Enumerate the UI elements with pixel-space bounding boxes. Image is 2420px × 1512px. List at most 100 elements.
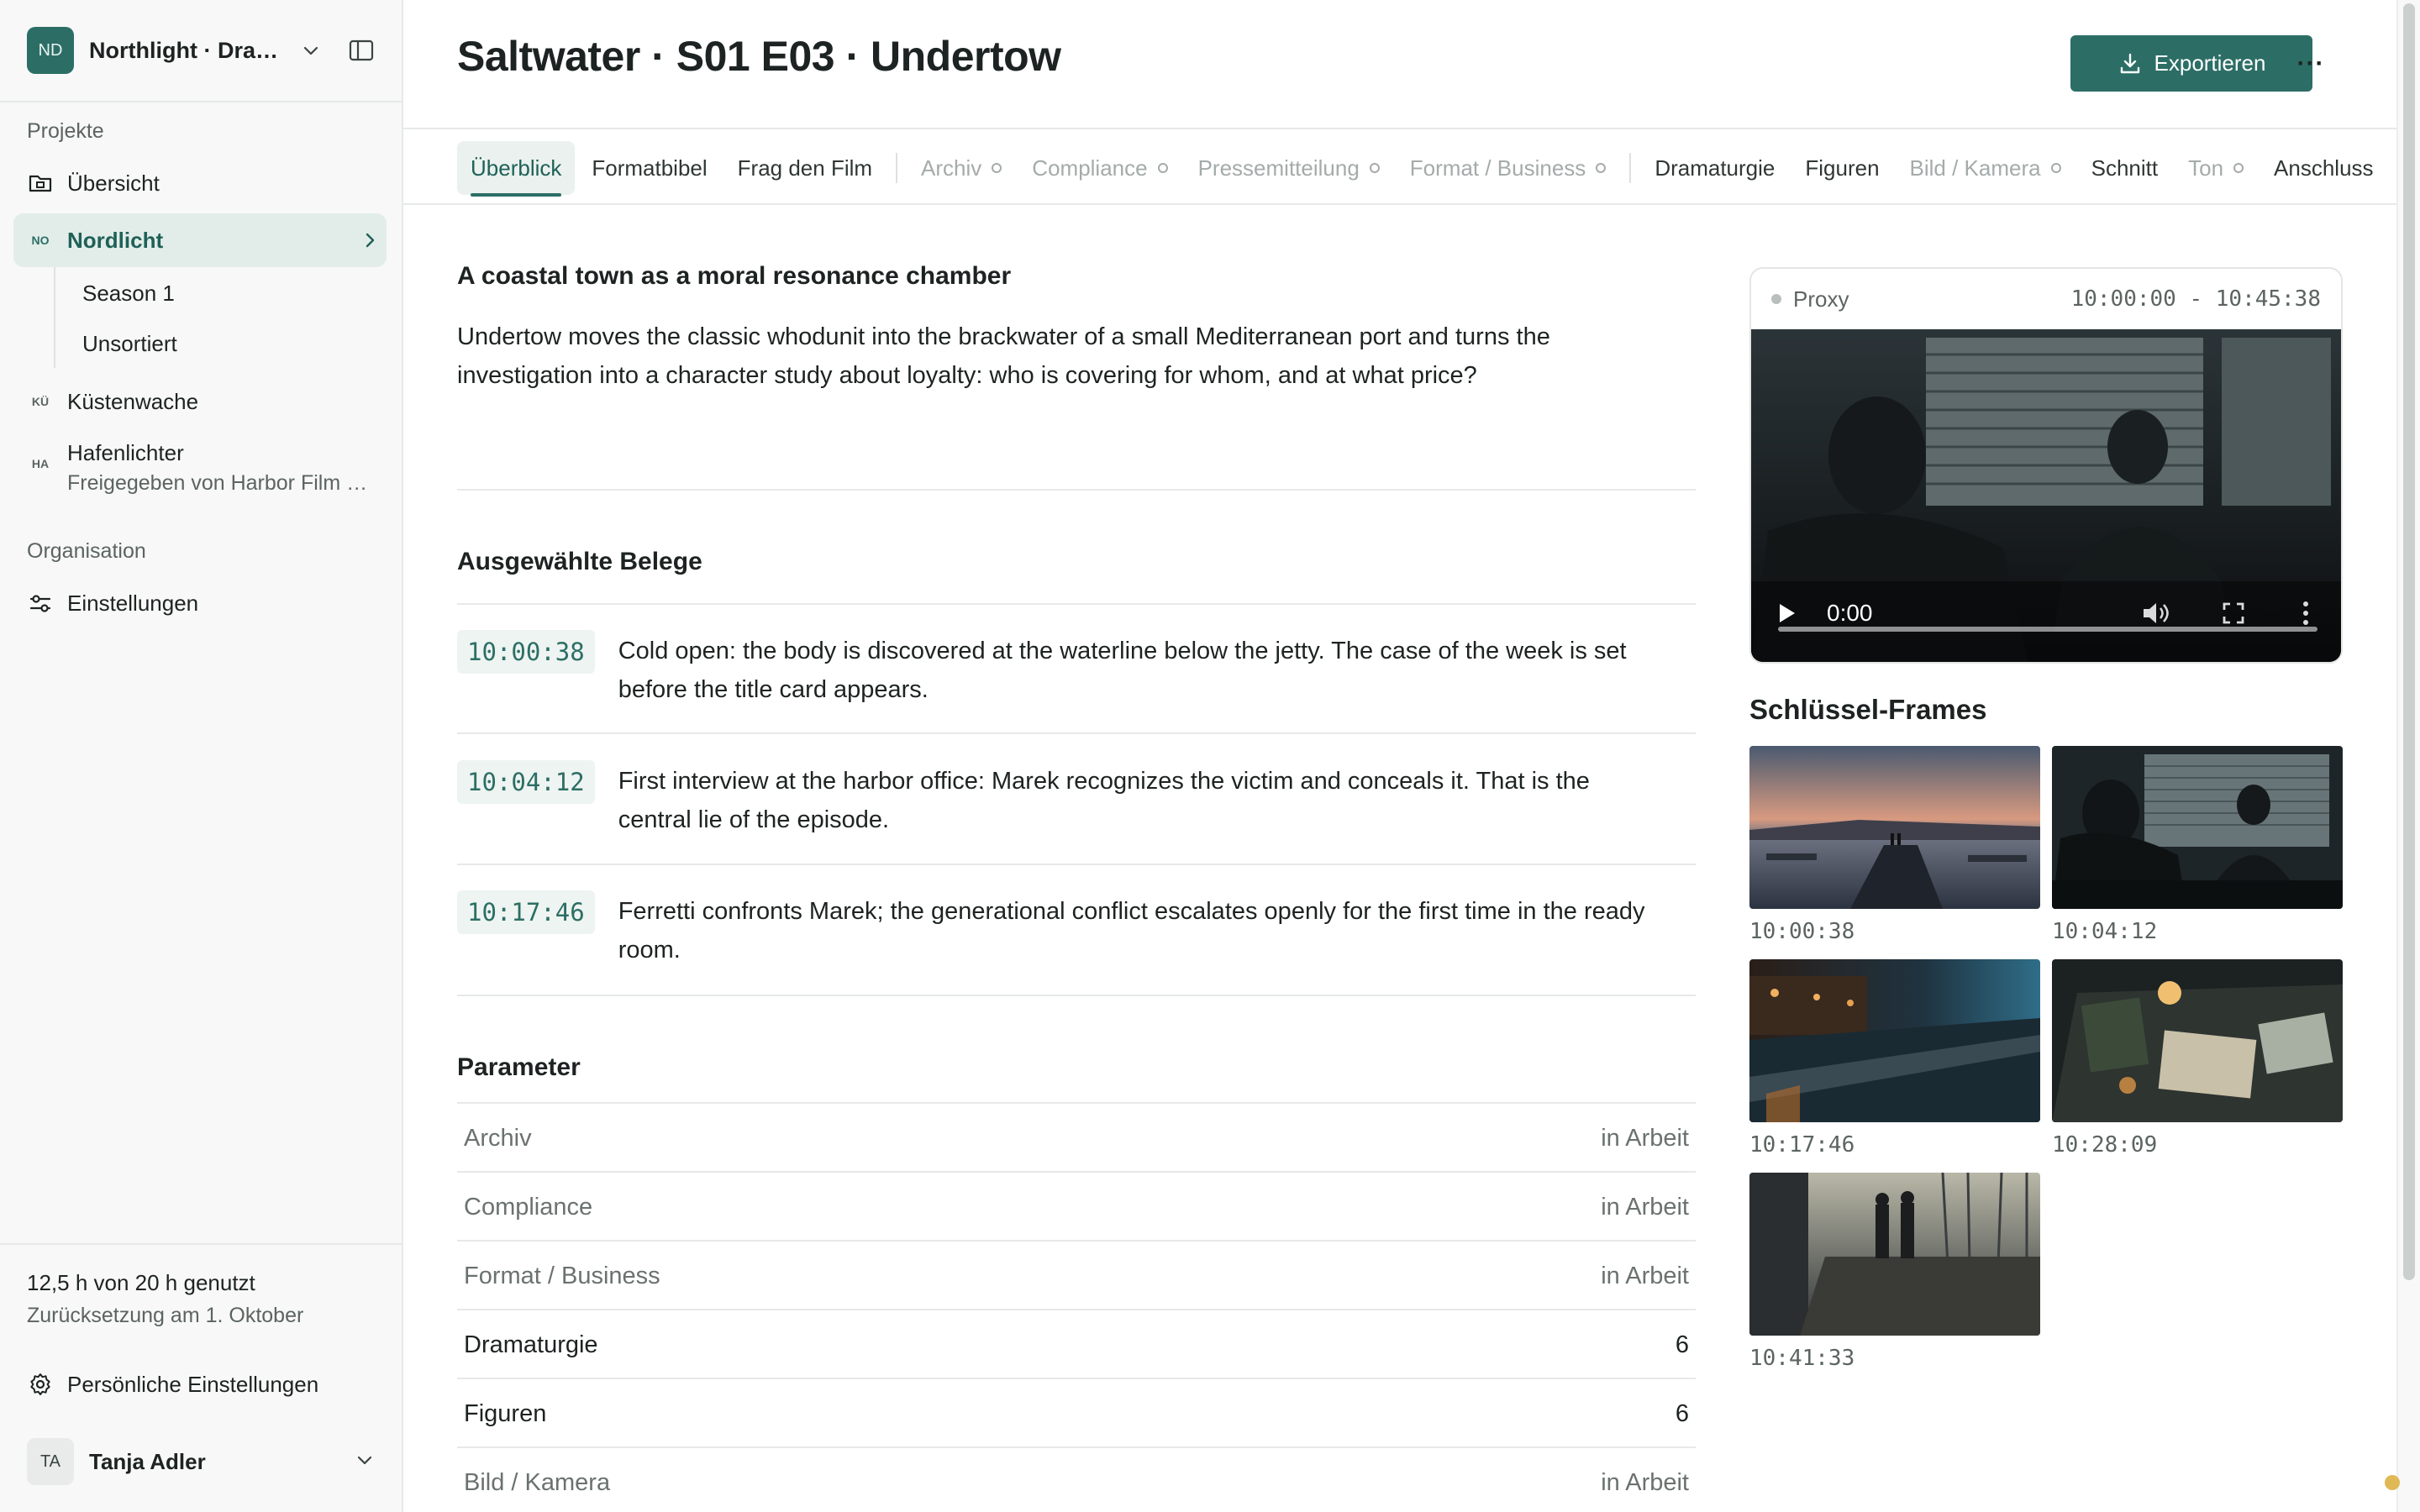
evidence-item[interactable]: 10:04:12 First interview at the harbor o… bbox=[457, 760, 1696, 839]
sidebar-item-hafenlichter[interactable]: HA Hafenlichter Freigegeben von Harbor F… bbox=[27, 440, 387, 496]
keyframe-thumbnail[interactable]: 10:41:33 bbox=[1749, 1173, 2040, 1371]
overview-heading: A coastal town as a moral resonance cham… bbox=[457, 262, 1012, 290]
chevron-down-icon[interactable] bbox=[355, 1450, 375, 1474]
keyframe-timecode: 10:00:38 bbox=[1749, 919, 1855, 944]
keyframe-timecode: 10:04:12 bbox=[2052, 919, 2158, 944]
video-frame[interactable]: 0:00 bbox=[1751, 329, 2341, 662]
sidebar-item-kuestenwache[interactable]: KÜ Küstenwache bbox=[13, 375, 387, 428]
timecode[interactable]: 10:00:38 bbox=[457, 630, 595, 674]
more-options-icon[interactable]: ··· bbox=[2291, 47, 2331, 81]
project-mini-badge: KÜ bbox=[31, 395, 50, 408]
export-label: Exportieren bbox=[2154, 50, 2266, 76]
param-value: 6 bbox=[1675, 1399, 1689, 1427]
volume-icon[interactable] bbox=[2141, 601, 2175, 626]
main-content: Saltwater · S01 E03 · Undertow Exportier… bbox=[403, 0, 2396, 1512]
sidebar-item-label: Hafenlichter bbox=[67, 440, 184, 465]
project-mini-badge: NO bbox=[31, 234, 50, 247]
video-more-icon[interactable] bbox=[2302, 601, 2319, 626]
keyframe-image bbox=[2052, 746, 2343, 909]
param-row: Archiv in Arbeit bbox=[457, 1104, 1696, 1173]
keyframe-image bbox=[1749, 959, 2040, 1122]
sidebar-toggle-icon[interactable] bbox=[348, 37, 375, 64]
tab-formatbibel[interactable]: Formatbibel bbox=[578, 141, 720, 195]
chevron-down-icon[interactable] bbox=[297, 37, 324, 64]
timecode[interactable]: 10:17:46 bbox=[457, 890, 595, 934]
keyframe-timecode: 10:17:46 bbox=[1749, 1132, 1855, 1158]
user-menu[interactable]: TA Tanja Adler bbox=[27, 1438, 375, 1485]
sidebar-item-nordlicht[interactable]: NO Nordlicht bbox=[13, 213, 387, 267]
personal-settings-link[interactable]: Persönliche Einstellungen bbox=[27, 1364, 318, 1404]
tab-ueberblick[interactable]: Überblick bbox=[457, 141, 576, 197]
usage-reset-text: Zurücksetzung am 1. Oktober bbox=[27, 1304, 304, 1327]
tab-pressemitteilung[interactable]: Pressemitteilung bbox=[1185, 141, 1393, 195]
play-icon[interactable] bbox=[1776, 601, 1810, 625]
tab-compliance[interactable]: Compliance bbox=[1018, 141, 1181, 195]
status-dot-icon bbox=[992, 163, 1002, 173]
evidence-text: First interview at the harbor office: Ma… bbox=[618, 768, 1590, 833]
tab-label: Format / Business bbox=[1409, 155, 1586, 181]
folder-icon bbox=[27, 170, 54, 197]
tab-separator bbox=[896, 153, 898, 183]
overview-lead: Undertow moves the classic whodunit into… bbox=[457, 323, 1550, 389]
fullscreen-icon[interactable] bbox=[2222, 601, 2255, 625]
project-mini-badge: HA bbox=[31, 457, 50, 470]
tab-anschluss[interactable]: Anschluss bbox=[2260, 141, 2387, 195]
tab-label: Pressemitteilung bbox=[1197, 155, 1360, 181]
scrollbar-thumb[interactable] bbox=[2403, 3, 2415, 1280]
param-label: Archiv bbox=[464, 1124, 532, 1152]
status-dot-icon bbox=[1369, 163, 1380, 173]
user-name: Tanja Adler bbox=[89, 1448, 206, 1474]
notification-dot-icon bbox=[2385, 1475, 2400, 1490]
tab-ton[interactable]: Ton bbox=[2175, 141, 2257, 195]
sidebar-subitem-unsortiert[interactable]: Unsortiert bbox=[82, 331, 177, 357]
param-label: Bild / Kamera bbox=[464, 1468, 611, 1496]
evidence-text: Ferretti confronts Marek; the generation… bbox=[618, 898, 1645, 963]
sidebar-item-label: Einstellungen bbox=[67, 590, 199, 616]
sidebar-item-label: Küstenwache bbox=[67, 388, 199, 414]
keyframe-thumbnail[interactable]: 10:00:38 bbox=[1749, 746, 2040, 944]
param-label: Format / Business bbox=[464, 1262, 660, 1289]
param-value: in Arbeit bbox=[1601, 1468, 1689, 1496]
tab-bild-kamera[interactable]: Bild / Kamera bbox=[1897, 141, 2075, 195]
export-button[interactable]: Exportieren bbox=[2070, 35, 2312, 92]
keyframe-thumbnail[interactable]: 10:17:46 bbox=[1749, 959, 2040, 1158]
keyframe-thumbnail[interactable]: 10:04:12 bbox=[2052, 746, 2343, 944]
keyframe-thumbnail[interactable]: 10:28:09 bbox=[2052, 959, 2343, 1158]
evidence-item[interactable]: 10:00:38 Cold open: the body is discover… bbox=[457, 630, 1696, 709]
tab-archiv[interactable]: Archiv bbox=[908, 141, 1015, 195]
timecode[interactable]: 10:04:12 bbox=[457, 760, 595, 804]
param-label: Compliance bbox=[464, 1193, 593, 1221]
page-title: Saltwater · S01 E03 · Undertow bbox=[457, 33, 1061, 80]
tab-separator bbox=[1629, 153, 1632, 183]
sidebar-item-overview[interactable]: Übersicht bbox=[13, 156, 387, 210]
status-dot-icon bbox=[1157, 163, 1168, 173]
tab-label: Archiv bbox=[921, 155, 982, 181]
tab-bar: Überblick Formatbibel Frag den Film Arch… bbox=[403, 128, 2396, 205]
sliders-icon bbox=[27, 590, 54, 617]
tab-frag-den-film[interactable]: Frag den Film bbox=[724, 141, 886, 195]
status-dot-icon bbox=[1771, 294, 1781, 304]
workspace-badge: ND bbox=[27, 27, 74, 74]
param-row: Figuren 6 bbox=[457, 1379, 1696, 1448]
video-player: Proxy 10:00:00 - 10:45:38 0:00 bbox=[1749, 267, 2343, 664]
tree-line bbox=[54, 267, 55, 368]
divider bbox=[457, 864, 1696, 865]
param-value: in Arbeit bbox=[1601, 1124, 1689, 1152]
sidebar-item-label: Übersicht bbox=[67, 170, 160, 196]
evidence-item[interactable]: 10:17:46 Ferretti confronts Marek; the g… bbox=[457, 890, 1696, 969]
player-timecode-range: 10:00:00 - 10:45:38 bbox=[2070, 286, 2321, 312]
workspace-switcher[interactable]: ND Northlight · Dram… bbox=[27, 27, 375, 74]
sidebar-subitem-season-1[interactable]: Season 1 bbox=[82, 281, 175, 307]
tab-dramaturgie[interactable]: Dramaturgie bbox=[1641, 141, 1788, 195]
keyframe-image bbox=[2052, 959, 2343, 1122]
scrollbar[interactable] bbox=[2396, 0, 2420, 1512]
tab-format-business[interactable]: Format / Business bbox=[1397, 141, 1620, 195]
usage-text: 12,5 h von 20 h genutzt bbox=[27, 1270, 255, 1295]
personal-settings-label: Persönliche Einstellungen bbox=[67, 1371, 319, 1397]
tab-schnitt[interactable]: Schnitt bbox=[2078, 141, 2172, 195]
sidebar-item-settings[interactable]: Einstellungen bbox=[13, 576, 387, 630]
tab-figuren[interactable]: Figuren bbox=[1791, 141, 1892, 195]
chevron-right-icon[interactable] bbox=[353, 230, 387, 250]
status-dot-icon bbox=[2050, 163, 2061, 173]
param-row: Format / Business in Arbeit bbox=[457, 1242, 1696, 1310]
